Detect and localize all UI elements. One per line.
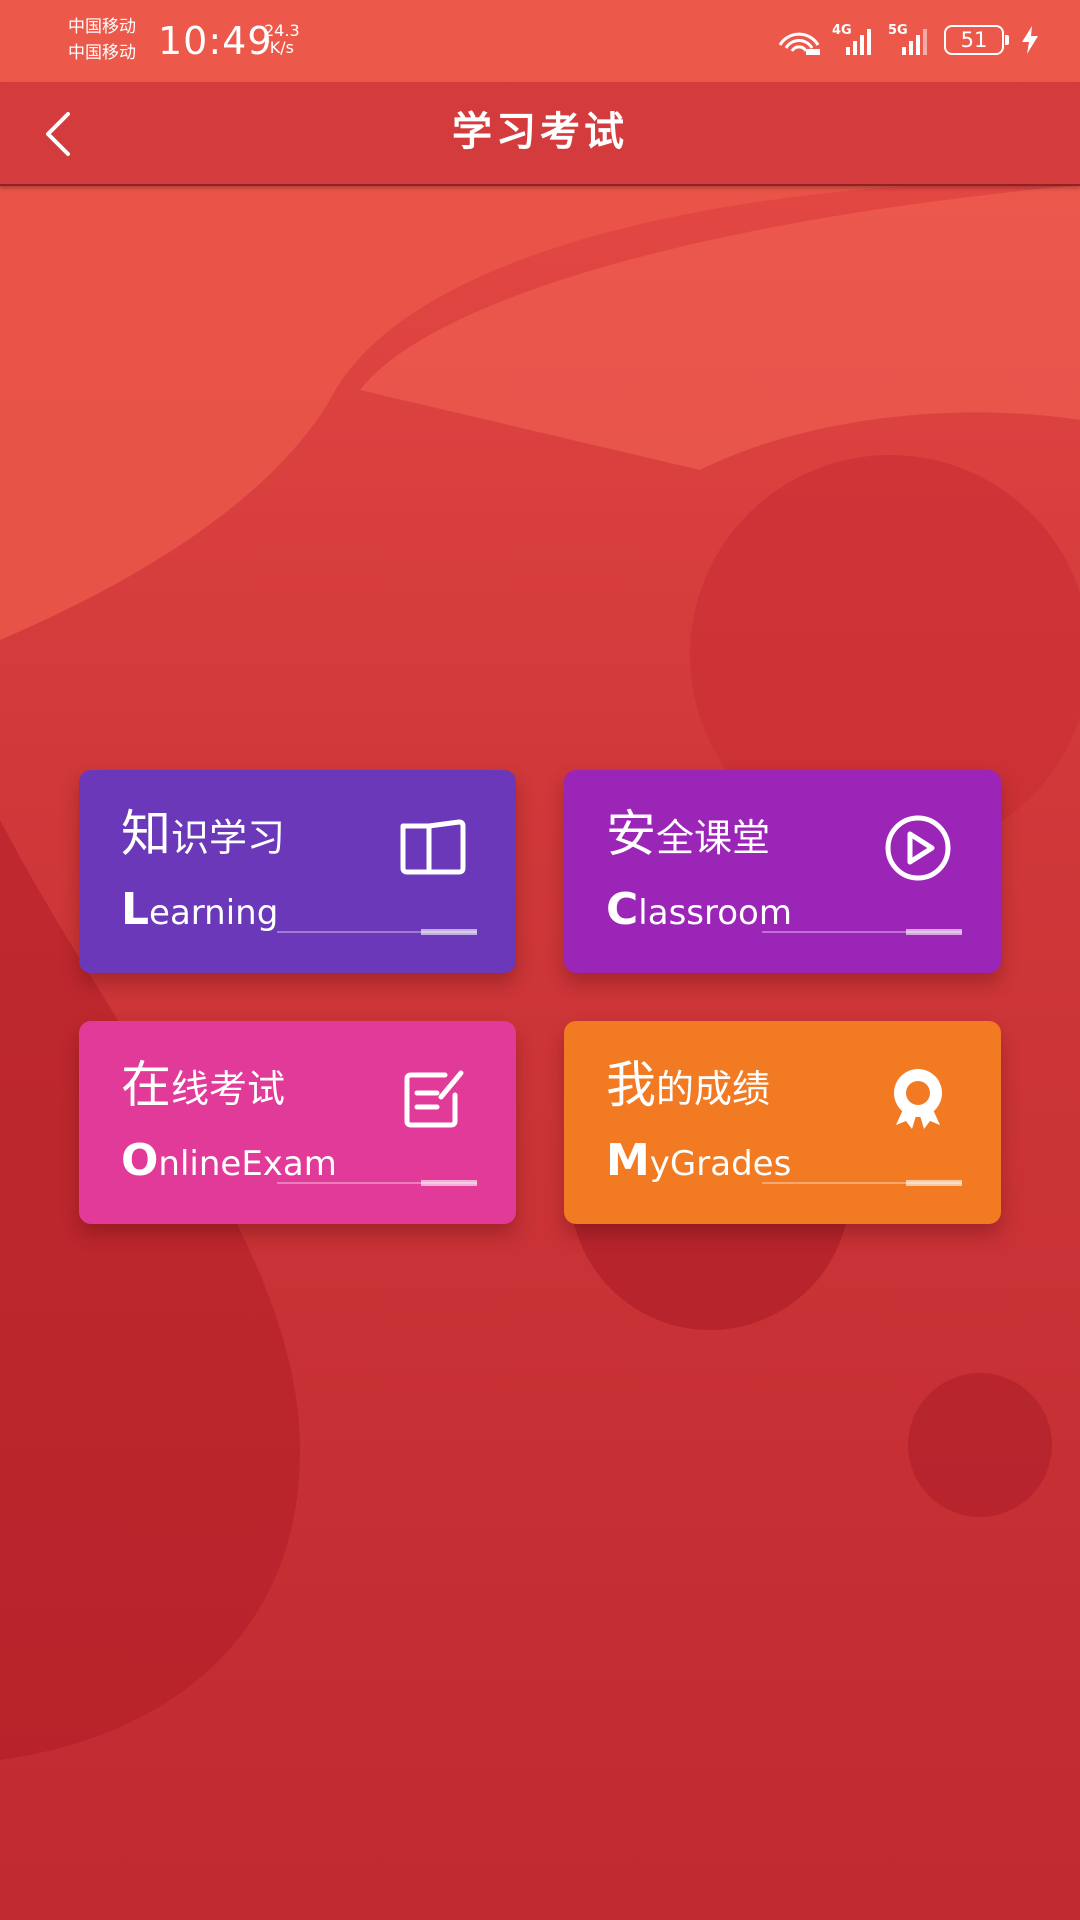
card-subtitle: Learning <box>121 884 278 939</box>
card-title-first: 在 <box>121 1056 171 1114</box>
book-icon <box>400 819 466 875</box>
card-subtitle-first: M <box>606 1135 650 1186</box>
card-classroom[interactable]: 安全课堂 Classroom <box>564 770 1001 973</box>
card-underline-accent <box>906 1180 962 1186</box>
play-circle-icon <box>885 815 951 881</box>
card-learning[interactable]: 知识学习 Learning <box>79 770 516 973</box>
charging-icon <box>1022 26 1038 54</box>
card-subtitle-first: C <box>606 884 639 935</box>
edit-note-icon <box>404 1070 464 1128</box>
card-title-rest: 线考试 <box>171 1067 286 1111</box>
card-title: 在线考试 <box>121 1057 285 1117</box>
signal-5g-icon: 5G <box>888 23 934 57</box>
card-online-exam[interactable]: 在线考试 OnlineExam <box>79 1021 516 1224</box>
network-speed: 24.3 K/s <box>264 22 300 56</box>
status-icons: 4G 5G 51 <box>776 20 1040 60</box>
card-subtitle-rest: nlineExam <box>158 1144 337 1184</box>
card-title-rest: 全课堂 <box>656 816 771 860</box>
card-my-grades[interactable]: 我的成绩 MyGrades <box>564 1021 1001 1224</box>
card-title: 安全课堂 <box>606 806 770 866</box>
speed-unit: K/s <box>269 38 294 57</box>
card-subtitle-rest: yGrades <box>649 1144 792 1184</box>
carrier-info: 中国移动 中国移动 <box>68 14 136 66</box>
page-title: 学习考试 <box>452 109 628 155</box>
card-underline-accent <box>906 929 962 935</box>
status-bar: 中国移动 中国移动 10:49 24.3 K/s 4G 5G 51 <box>0 0 1080 82</box>
signal-4g-icon: 4G <box>832 23 878 57</box>
card-underline-accent <box>421 929 477 935</box>
app-bar: 学习考试 <box>0 82 1080 186</box>
card-title-first: 安 <box>606 805 656 863</box>
card-subtitle-rest: lassroom <box>638 893 792 933</box>
carrier-2: 中国移动 <box>68 43 136 63</box>
card-title: 知识学习 <box>121 806 285 866</box>
card-title-rest: 识学习 <box>171 816 286 860</box>
battery-indicator: 51 <box>944 25 1009 55</box>
card-subtitle-rest: earning <box>149 893 279 933</box>
card-underline-accent <box>421 1180 477 1186</box>
card-title-rest: 的成绩 <box>656 1067 771 1111</box>
award-icon <box>894 1069 942 1129</box>
clock: 10:49 <box>158 19 273 63</box>
carrier-1: 中国移动 <box>68 17 136 37</box>
card-title-first: 我 <box>606 1056 656 1114</box>
wifi-icon <box>778 32 820 55</box>
card-title-first: 知 <box>121 805 171 863</box>
card-title: 我的成绩 <box>606 1057 770 1117</box>
card-subtitle-first: L <box>121 884 150 935</box>
card-subtitle-first: O <box>121 1135 159 1186</box>
speed-value: 24.3 <box>264 21 300 40</box>
